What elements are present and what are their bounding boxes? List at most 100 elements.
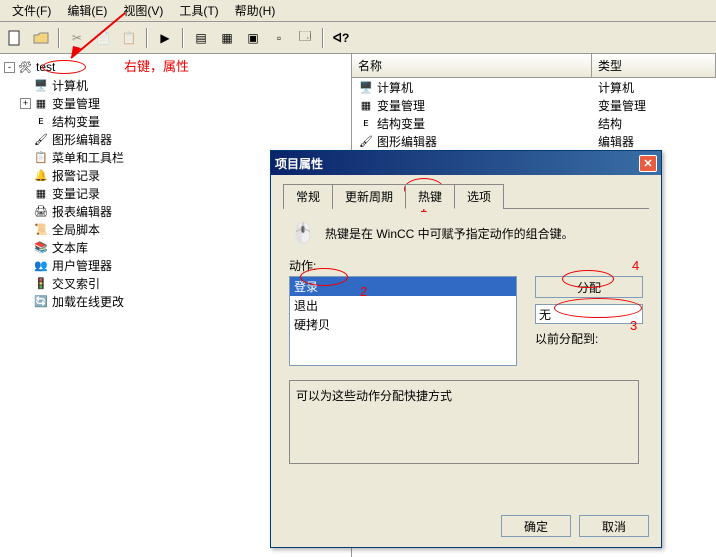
expand-icon[interactable]: +	[20, 98, 31, 109]
list-item-name: 图形编辑器	[377, 133, 437, 150]
dialog-title: 项目属性	[275, 155, 323, 172]
tree-item[interactable]: 🖥️计算机	[4, 76, 347, 94]
open-icon[interactable]	[30, 27, 52, 49]
action-item[interactable]: 硬拷贝	[290, 315, 516, 334]
action-label: 动作:	[289, 257, 643, 274]
tree-item-icon: 🖌	[33, 131, 49, 147]
tab-general[interactable]: 常规	[283, 184, 333, 209]
separator	[146, 28, 148, 48]
menu-file[interactable]: 文件(F)	[4, 0, 59, 21]
run-icon[interactable]: ▶	[154, 27, 176, 49]
paste-icon[interactable]: 📋	[118, 27, 140, 49]
list-item-icon: ▦	[358, 97, 374, 113]
list-icon[interactable]: ▤	[190, 27, 212, 49]
list-row[interactable]: 🖌图形编辑器 编辑器	[352, 132, 716, 150]
tree-item-label: 图形编辑器	[52, 131, 112, 148]
current-hotkey-field[interactable]	[535, 304, 643, 324]
project-icon: 🛠	[17, 59, 33, 75]
previous-assign-label: 以前分配到:	[535, 330, 643, 347]
tree-item-label: 全局脚本	[52, 221, 100, 238]
dialog-titlebar[interactable]: 项目属性 ✕	[271, 151, 661, 175]
col-name[interactable]: 名称	[352, 54, 592, 77]
collapse-icon[interactable]: -	[4, 62, 15, 73]
tree-item-icon: 📜	[33, 221, 49, 237]
tree-item-label: 结构变量	[52, 113, 100, 130]
hint-box: 可以为这些动作分配快捷方式	[289, 380, 639, 464]
tree-item-icon: 🖨	[33, 203, 49, 219]
tree-root-label: test	[36, 60, 55, 74]
tab-bar: 常规 更新周期 热键 选项	[283, 183, 649, 209]
tree-item-icon: ▦	[33, 185, 49, 201]
small-icon[interactable]: ▫	[268, 27, 290, 49]
assign-button[interactable]: 分配	[535, 276, 643, 298]
tree-item[interactable]: ᴇ结构变量	[4, 112, 347, 130]
action-listbox[interactable]: 登录退出硬拷贝	[289, 276, 517, 366]
tab-options[interactable]: 选项	[454, 184, 504, 209]
menu-help[interactable]: 帮助(H)	[227, 0, 284, 21]
tree-item-label: 加载在线更改	[52, 293, 124, 310]
list-item-type: 计算机	[592, 79, 716, 96]
cut-icon[interactable]: ✂	[66, 27, 88, 49]
menu-edit[interactable]: 编辑(E)	[59, 0, 115, 21]
tree-item-label: 交叉索引	[52, 275, 100, 292]
menu-bar: 文件(F) 编辑(E) 视图(V) 工具(T) 帮助(H)	[0, 0, 716, 22]
tree-item-icon: 🔄	[33, 293, 49, 309]
tree-item-label: 菜单和工具栏	[52, 149, 124, 166]
tree-item-icon: 🔔	[33, 167, 49, 183]
list-row[interactable]: 🖥️计算机计算机	[352, 78, 716, 96]
separator	[322, 28, 324, 48]
cancel-button[interactable]: 取消	[579, 515, 649, 537]
list-item-name: 结构变量	[377, 115, 425, 132]
help-icon[interactable]: ᐊ?	[330, 27, 352, 49]
action-item[interactable]: 退出	[290, 296, 516, 315]
tab-hotkey[interactable]: 热键	[405, 184, 455, 209]
tree-item-icon: ᴇ	[33, 113, 49, 129]
tree-item-label: 用户管理器	[52, 257, 112, 274]
hint-text: 可以为这些动作分配快捷方式	[296, 389, 452, 403]
annotation-rightclick: 右键，属性	[124, 56, 189, 75]
list-item-name: 计算机	[377, 79, 413, 96]
annotation-2: 2	[360, 284, 367, 299]
list-item-icon: 🖥️	[358, 79, 374, 95]
tree-item[interactable]: +▦变量管理	[4, 94, 347, 112]
annotation-3: 3	[630, 318, 637, 333]
list-item-icon: ᴇ	[358, 115, 374, 131]
hotkey-desc: 热键是在 WinCC 中可赋予指定动作的组合键。	[325, 225, 574, 242]
list-item-name: 变量管理	[377, 97, 425, 114]
separator	[182, 28, 184, 48]
tree-item-icon: 🚦	[33, 275, 49, 291]
tree-item-label: 文本库	[52, 239, 88, 256]
list-item-icon: 🖌	[358, 133, 374, 149]
tree-item-label: 报表编辑器	[52, 203, 112, 220]
tree-item-label: 变量记录	[52, 185, 100, 202]
list-row[interactable]: ▦变量管理变量管理	[352, 96, 716, 114]
tree-item-icon: 🖥️	[33, 77, 49, 93]
list-item-type: 结构	[592, 115, 716, 132]
menu-view[interactable]: 视图(V)	[115, 0, 171, 21]
close-icon[interactable]: ✕	[639, 155, 657, 172]
list-row[interactable]: ᴇ结构变量 结构	[352, 114, 716, 132]
list-item-type: 编辑器	[592, 133, 716, 150]
tree-item-label: 变量管理	[52, 95, 100, 112]
list-header: 名称 类型	[352, 54, 716, 78]
ok-button[interactable]: 确定	[501, 515, 571, 537]
properties-dialog: 项目属性 ✕ 常规 更新周期 热键 选项 🖱️ 热键是在 WinCC 中可赋予指…	[270, 150, 662, 548]
list-item-type: 变量管理	[592, 97, 716, 114]
tree-item-label: 报警记录	[52, 167, 100, 184]
tree-item-icon: 📚	[33, 239, 49, 255]
detail-icon[interactable]: ▦	[216, 27, 238, 49]
tree-item-icon: ▦	[33, 95, 49, 111]
action-item[interactable]: 登录	[290, 277, 516, 296]
tree-item-icon: 👥	[33, 257, 49, 273]
new-icon[interactable]	[4, 27, 26, 49]
tree-item-label: 计算机	[52, 77, 88, 94]
tab-update[interactable]: 更新周期	[332, 184, 406, 209]
separator	[58, 28, 60, 48]
copy-icon[interactable]: 📄	[92, 27, 114, 49]
tree-item[interactable]: 🖌图形编辑器	[4, 130, 347, 148]
large-icon[interactable]: ▣	[242, 27, 264, 49]
col-type[interactable]: 类型	[592, 54, 716, 77]
props-icon[interactable]: 🗔	[294, 27, 316, 49]
menu-tools[interactable]: 工具(T)	[171, 0, 226, 21]
toolbar: ✂ 📄 📋 ▶ ▤ ▦ ▣ ▫ 🗔 ᐊ?	[0, 22, 716, 54]
